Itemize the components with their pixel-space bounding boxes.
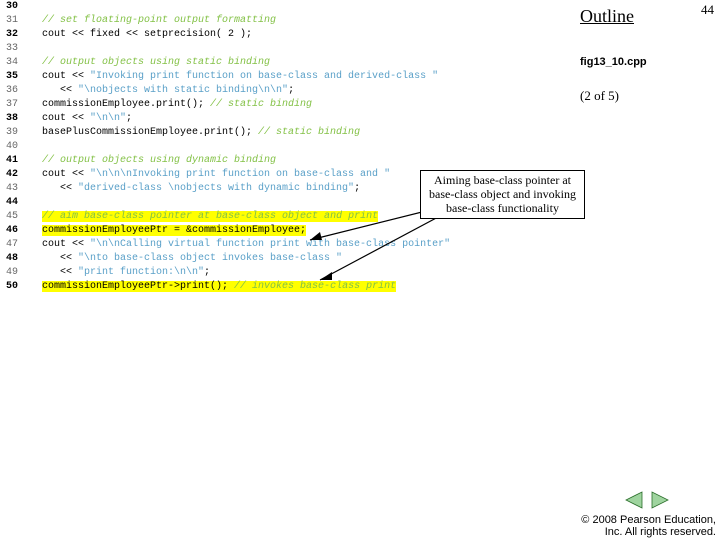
line-number: 40 bbox=[0, 140, 24, 154]
code-content: basePlusCommissionEmployee.print(); // s… bbox=[24, 126, 580, 140]
code-line: 48 << "\nto base-class object invokes ba… bbox=[0, 252, 580, 266]
line-number: 43 bbox=[0, 182, 24, 196]
code-content: // output objects using dynamic binding bbox=[24, 154, 580, 168]
line-number: 39 bbox=[0, 126, 24, 140]
code-line: 37 commissionEmployee.print(); // static… bbox=[0, 98, 580, 112]
line-number: 34 bbox=[0, 56, 24, 70]
line-number: 42 bbox=[0, 168, 24, 182]
code-line: 33 bbox=[0, 42, 580, 56]
slide-progress: (2 of 5) bbox=[580, 88, 619, 104]
copyright-line2: Inc. All rights reserved. bbox=[581, 526, 716, 538]
page-number: 44 bbox=[701, 2, 714, 18]
line-number: 32 bbox=[0, 28, 24, 42]
code-line: 46 commissionEmployeePtr = &commissionEm… bbox=[0, 224, 580, 238]
callout-text: Aiming base-class pointer at base-class … bbox=[429, 173, 576, 215]
outline-heading: Outline bbox=[580, 6, 634, 27]
line-number: 36 bbox=[0, 84, 24, 98]
code-line: 31 // set floating-point output formatti… bbox=[0, 14, 580, 28]
line-number: 49 bbox=[0, 266, 24, 280]
code-line: 30 bbox=[0, 0, 580, 14]
line-number: 31 bbox=[0, 14, 24, 28]
copyright-line1: © 2008 Pearson Education, bbox=[581, 514, 716, 526]
code-content: << "print function:\n\n"; bbox=[24, 266, 580, 280]
nav-controls bbox=[624, 490, 670, 510]
line-number: 30 bbox=[0, 0, 24, 14]
code-content: // output objects using static binding bbox=[24, 56, 580, 70]
sidebar: Outline 44 fig13_10.cpp (2 of 5) bbox=[580, 0, 720, 540]
callout-box: Aiming base-class pointer at base-class … bbox=[420, 170, 585, 219]
line-number: 38 bbox=[0, 112, 24, 126]
code-content: commissionEmployeePtr->print(); // invok… bbox=[24, 280, 580, 294]
code-content: cout << "\n\nCalling virtual function pr… bbox=[24, 238, 580, 252]
code-content: << "\nobjects with static binding\n\n"; bbox=[24, 84, 580, 98]
code-line: 35 cout << "Invoking print function on b… bbox=[0, 70, 580, 84]
line-number: 35 bbox=[0, 70, 24, 84]
code-line: 47 cout << "\n\nCalling virtual function… bbox=[0, 238, 580, 252]
code-content: cout << "\n\n"; bbox=[24, 112, 580, 126]
code-content: cout << "Invoking print function on base… bbox=[24, 70, 580, 84]
line-number: 44 bbox=[0, 196, 24, 210]
code-content: << "\nto base-class object invokes base-… bbox=[24, 252, 580, 266]
copyright: © 2008 Pearson Education, Inc. All right… bbox=[581, 514, 716, 538]
line-number: 41 bbox=[0, 154, 24, 168]
code-line: 40 bbox=[0, 140, 580, 154]
source-filename: fig13_10.cpp bbox=[580, 56, 647, 68]
line-number: 37 bbox=[0, 98, 24, 112]
code-content: commissionEmployee.print(); // static bi… bbox=[24, 98, 580, 112]
line-number: 45 bbox=[0, 210, 24, 224]
line-number: 47 bbox=[0, 238, 24, 252]
line-number: 33 bbox=[0, 42, 24, 56]
code-line: 41 // output objects using dynamic bindi… bbox=[0, 154, 580, 168]
code-line: 50 commissionEmployeePtr->print(); // in… bbox=[0, 280, 580, 294]
code-line: 36 << "\nobjects with static binding\n\n… bbox=[0, 84, 580, 98]
code-line: 39 basePlusCommissionEmployee.print(); /… bbox=[0, 126, 580, 140]
code-area: 3031 // set floating-point output format… bbox=[0, 0, 580, 294]
next-button[interactable] bbox=[650, 490, 670, 510]
code-line: 32 cout << fixed << setprecision( 2 ); bbox=[0, 28, 580, 42]
code-line: 49 << "print function:\n\n"; bbox=[0, 266, 580, 280]
line-number: 48 bbox=[0, 252, 24, 266]
code-line: 34 // output objects using static bindin… bbox=[0, 56, 580, 70]
line-number: 46 bbox=[0, 224, 24, 238]
line-number: 50 bbox=[0, 280, 24, 294]
code-content: cout << fixed << setprecision( 2 ); bbox=[24, 28, 580, 42]
code-line: 38 cout << "\n\n"; bbox=[0, 112, 580, 126]
prev-button[interactable] bbox=[624, 490, 644, 510]
code-content: commissionEmployeePtr = &commissionEmplo… bbox=[24, 224, 580, 238]
code-content: // set floating-point output formatting bbox=[24, 14, 580, 28]
